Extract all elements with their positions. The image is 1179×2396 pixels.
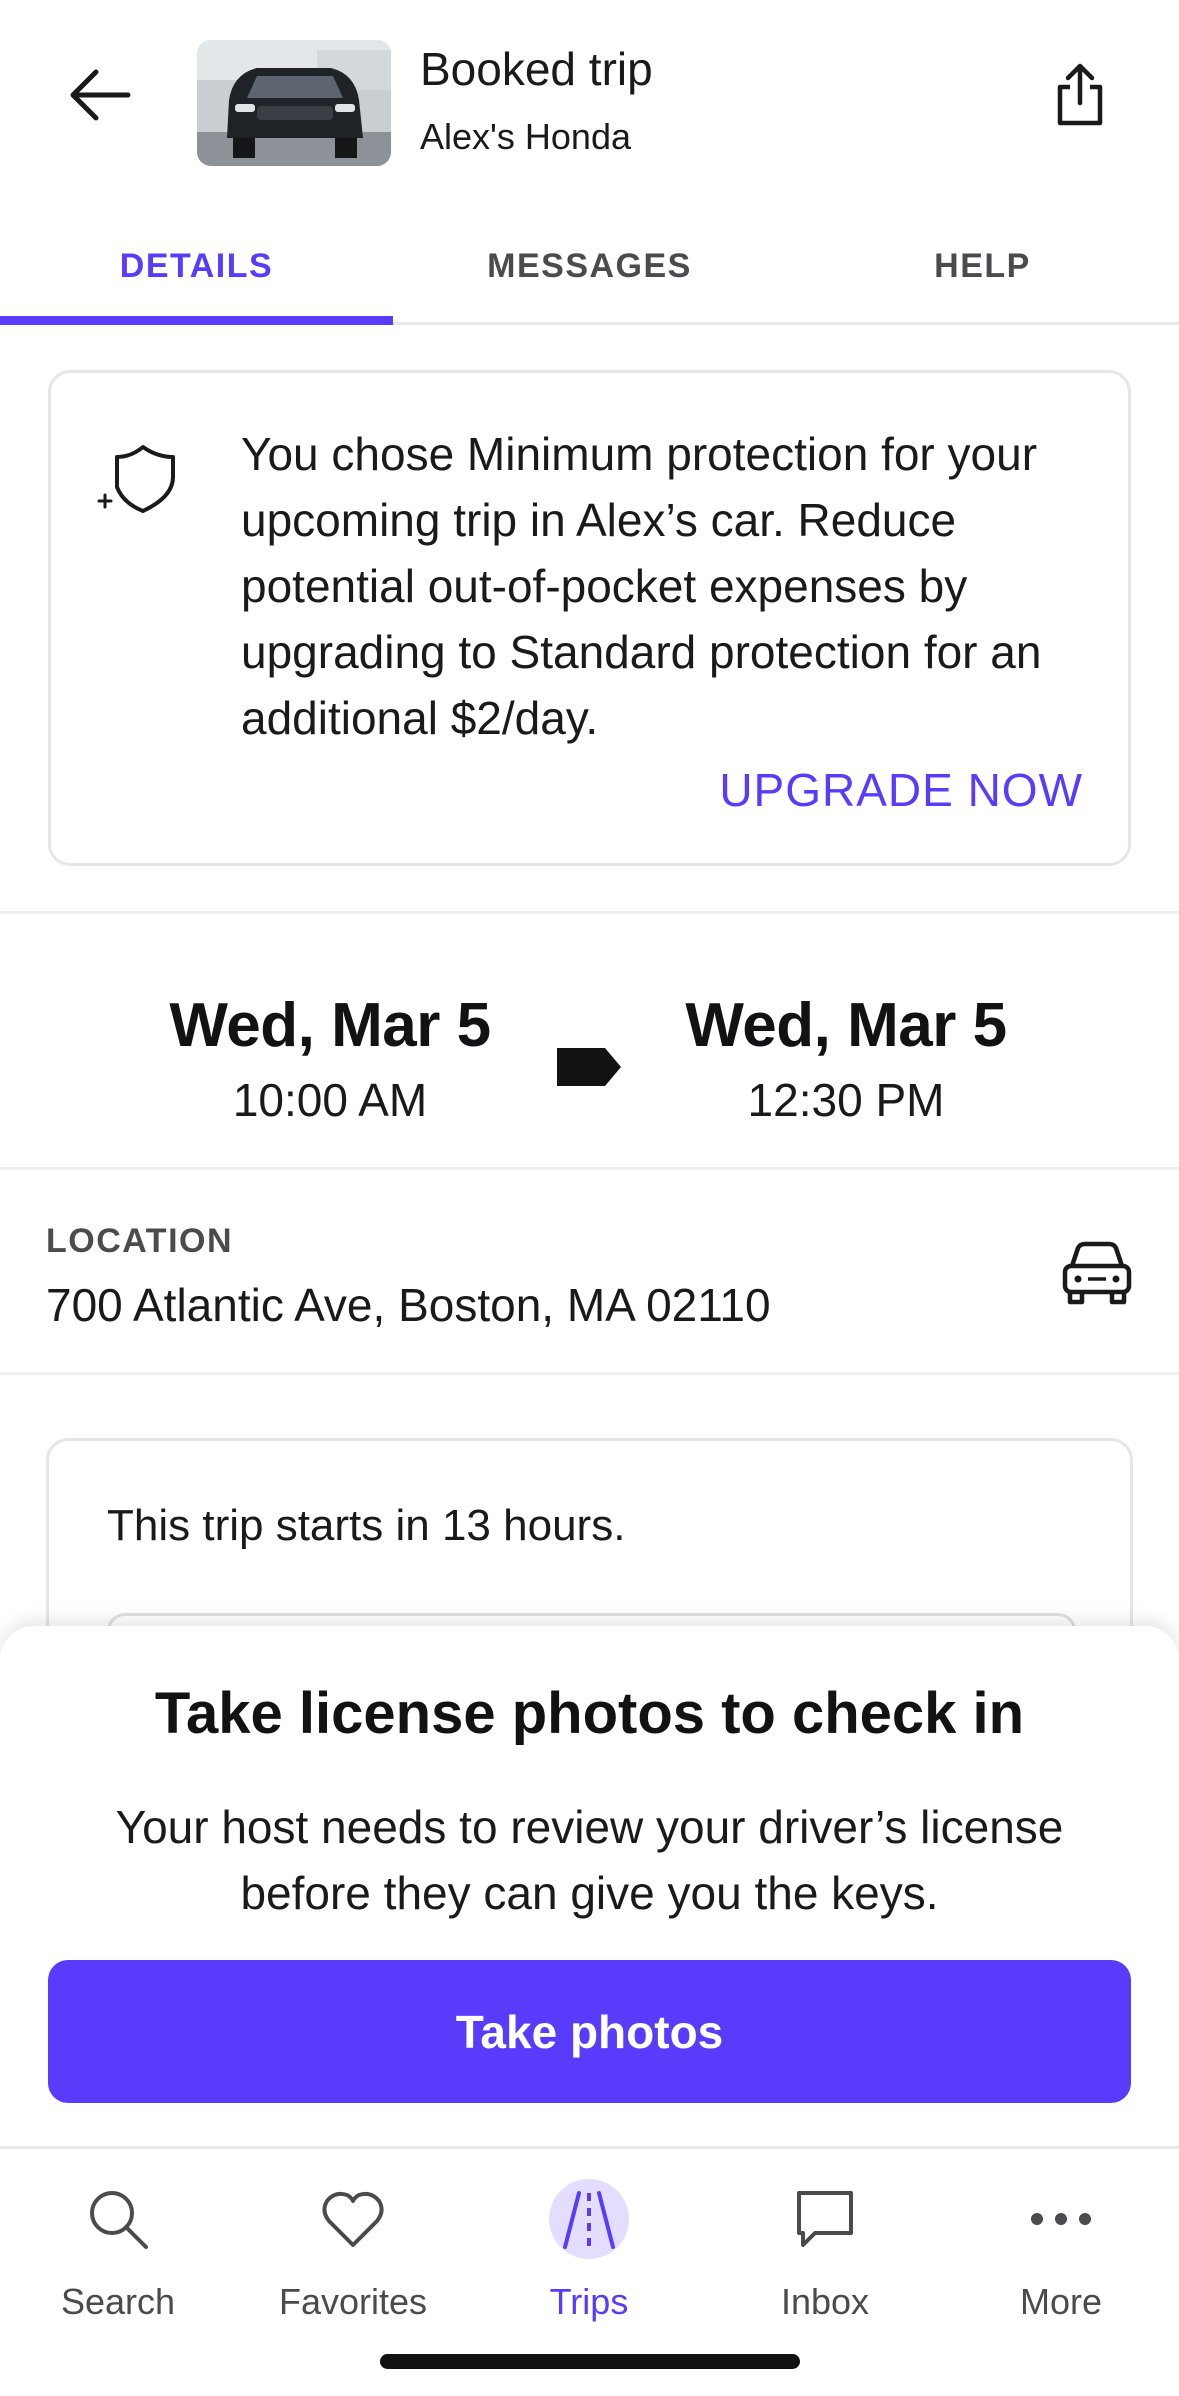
- road-icon: [563, 2191, 615, 2249]
- nav-label: Search: [60, 2281, 176, 2322]
- nav-search[interactable]: Search: [0, 2169, 236, 2339]
- nav-label: Favorites: [278, 2281, 428, 2322]
- car-thumbnail: [197, 40, 391, 166]
- tab-bar: DETAILS MESSAGES HELP: [0, 210, 1179, 325]
- location-label: LOCATION: [46, 1222, 234, 1260]
- nav-inbox[interactable]: Inbox: [707, 2169, 943, 2339]
- nav-more[interactable]: More: [943, 2169, 1179, 2339]
- date-range-arrow-icon: [557, 1048, 621, 1086]
- car-icon[interactable]: [1060, 1238, 1134, 1308]
- protection-notice-card: You chose Minimum protection for your up…: [48, 370, 1131, 866]
- tab-help[interactable]: HELP: [786, 210, 1179, 322]
- sheet-body: Your host needs to review your driver’s …: [115, 1801, 1064, 1919]
- protection-message: You chose Minimum protection for your up…: [241, 428, 1042, 744]
- trip-start: Wed, Mar 5 10:00 AM: [120, 990, 540, 1127]
- page-title: Booked trip: [420, 43, 653, 95]
- nav-label: Inbox: [780, 2281, 870, 2322]
- nav-favorites[interactable]: Favorites: [235, 2169, 471, 2339]
- start-time: 10:00 AM: [232, 1074, 428, 1126]
- back-button[interactable]: [55, 50, 145, 140]
- share-icon: [1057, 63, 1103, 126]
- nav-trips[interactable]: Trips: [471, 2169, 707, 2339]
- end-date: Wed, Mar 5: [685, 991, 1007, 1060]
- search-icon: [90, 2191, 148, 2249]
- upgrade-now-link[interactable]: UPGRADE NOW: [719, 763, 1083, 817]
- sheet-title: Take license photos to check in: [154, 1681, 1025, 1746]
- shield-icon: [97, 445, 175, 513]
- trip-countdown: This trip starts in 13 hours.: [107, 1501, 626, 1550]
- heart-icon: [322, 2191, 384, 2247]
- home-indicator[interactable]: [380, 2354, 800, 2369]
- car-name: Alex's Honda: [420, 116, 631, 157]
- more-dots-icon: [1031, 2213, 1091, 2225]
- divider: [0, 1372, 1179, 1375]
- tab-details[interactable]: DETAILS: [0, 210, 393, 325]
- start-date: Wed, Mar 5: [169, 991, 491, 1060]
- divider: [0, 911, 1179, 914]
- nav-label: Trips: [549, 2281, 629, 2322]
- end-time: 12:30 PM: [747, 1074, 945, 1126]
- chat-bubble-icon: [797, 2191, 853, 2247]
- take-photos-button[interactable]: Take photos: [48, 1960, 1131, 2103]
- tab-messages[interactable]: MESSAGES: [393, 210, 786, 322]
- back-arrow-icon: [70, 69, 131, 121]
- nav-label: More: [1019, 2281, 1103, 2322]
- checkin-bottom-sheet: Take license photos to check in Your hos…: [0, 1626, 1179, 2146]
- share-button[interactable]: [1040, 55, 1120, 135]
- location-address[interactable]: 700 Atlantic Ave, Boston, MA 02110: [46, 1278, 771, 1332]
- trip-end: Wed, Mar 5 12:30 PM: [636, 990, 1056, 1127]
- app-header: Booked trip Alex's Honda: [0, 0, 1179, 185]
- divider: [0, 1167, 1179, 1170]
